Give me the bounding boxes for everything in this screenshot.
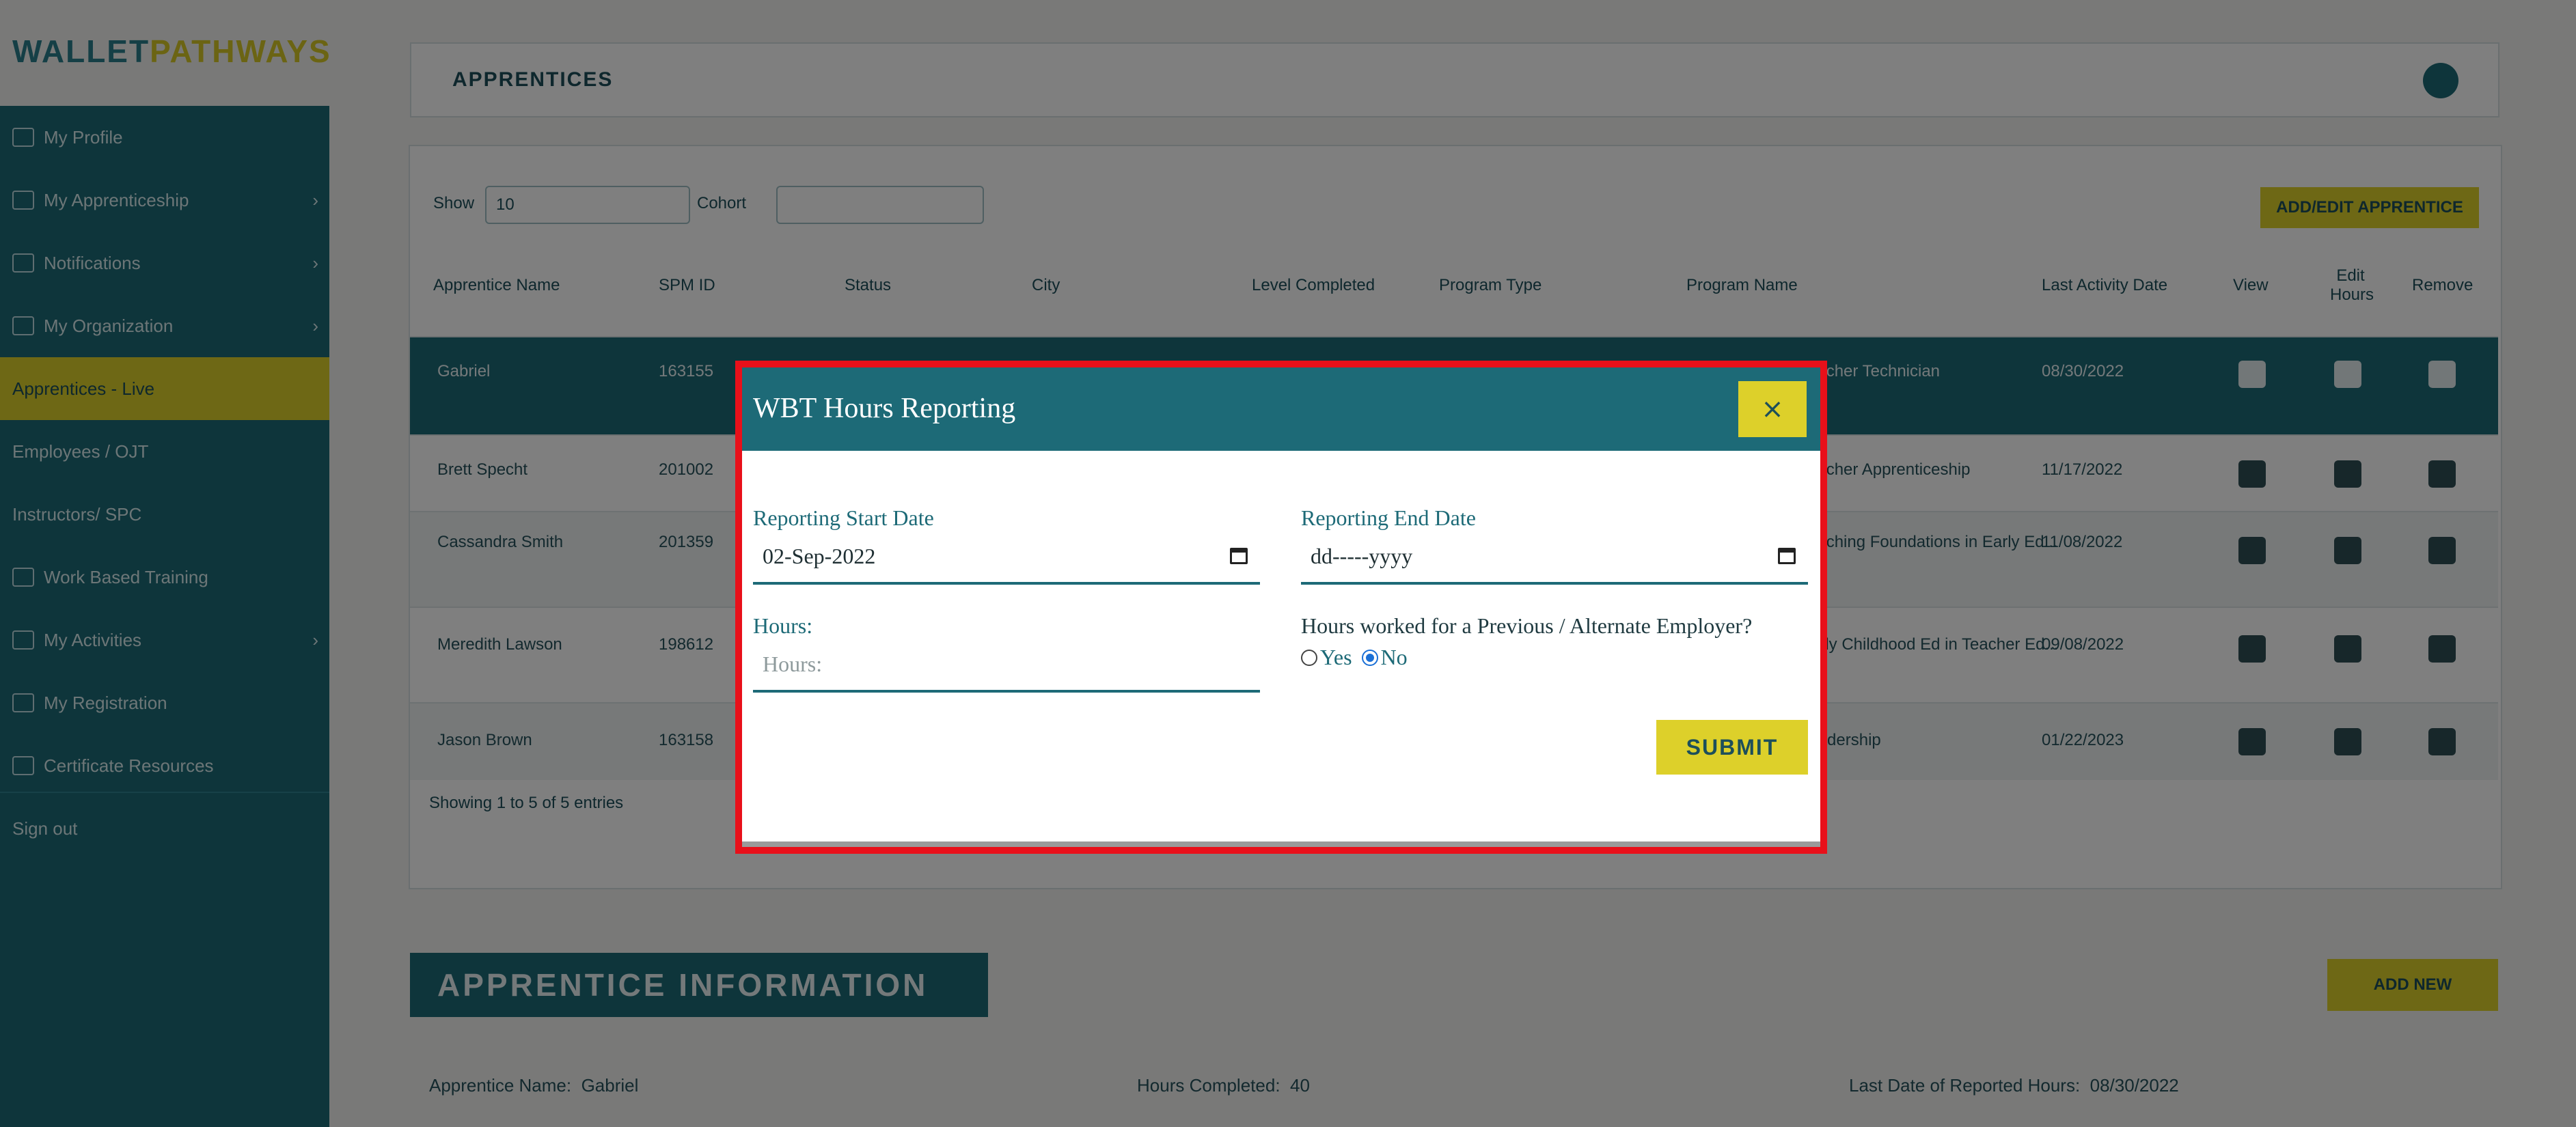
alternate-employer-question: Hours worked for a Previous / Alternate … [1301, 613, 1753, 638]
alternate-employer-no-radio[interactable] [1361, 649, 1378, 666]
modal-footer-edge [742, 841, 1820, 847]
modal-header: WBT Hours Reporting × [742, 367, 1820, 451]
radio-label-yes[interactable]: Yes [1320, 645, 1352, 669]
alternate-employer-yes-radio[interactable] [1301, 649, 1317, 666]
submit-button[interactable]: SUBMIT [1656, 720, 1808, 775]
close-button[interactable]: × [1738, 381, 1807, 437]
close-icon: × [1761, 393, 1784, 425]
reporting-end-date-label: Reporting End Date [1301, 505, 1476, 530]
radio-label-no[interactable]: No [1381, 645, 1408, 669]
reporting-start-date-input[interactable]: 02-Sep-2022 [753, 540, 1260, 585]
calendar-icon[interactable] [1230, 548, 1248, 564]
modal-title: WBT Hours Reporting [753, 393, 1016, 424]
reporting-end-date-input[interactable]: dd-----yyyy [1301, 540, 1808, 585]
hours-input[interactable]: Hours: [753, 648, 1260, 693]
calendar-icon[interactable] [1778, 548, 1796, 564]
hours-label: Hours: [753, 613, 813, 638]
alternate-employer-radio-group: Yes No [1301, 645, 1417, 670]
reporting-start-date-label: Reporting Start Date [753, 505, 934, 530]
